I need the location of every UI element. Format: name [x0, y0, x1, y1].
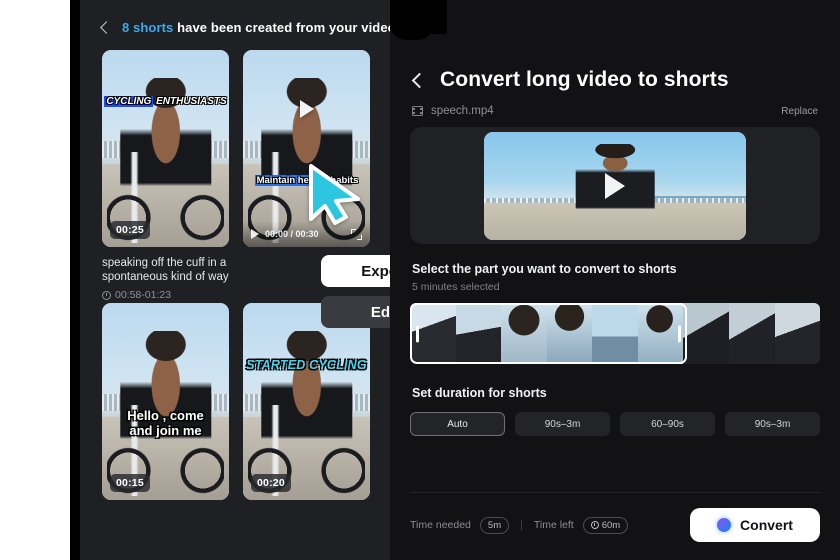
cursor-arrow-icon — [309, 164, 360, 225]
filmstrip-frame — [546, 303, 593, 364]
duration-badge: 00:20 — [251, 474, 291, 492]
short-thumbnail[interactable]: Hello , come and join me 00:15 — [102, 303, 229, 500]
export-button[interactable]: Export — [321, 255, 390, 287]
duration-options: Auto 90s–3m 60–90s 90s–3m — [410, 412, 820, 436]
short-timerange: 00:58-01:23 — [102, 289, 229, 301]
short-card[interactable]: STARTED CYCLING 00:20 — [243, 303, 370, 546]
duration-badge: 00:25 — [110, 221, 150, 239]
filmstrip-frame — [410, 303, 456, 364]
time-left-value-label: 60m — [601, 519, 621, 531]
duration-option-4[interactable]: 90s–3m — [725, 412, 820, 436]
meta-separator: | — [520, 519, 523, 531]
select-section-title: Select the part you want to convert to s… — [412, 262, 677, 276]
filmstrip-frame — [774, 303, 820, 364]
clock-icon — [102, 290, 111, 300]
page-left-gutter — [0, 0, 70, 560]
edit-button[interactable]: Edit — [321, 296, 390, 328]
short-card[interactable]: Hello , come and join me 00:15 — [102, 303, 229, 546]
short-actions: Export Edit — [321, 255, 390, 328]
shorts-title-rest: have been created from your video — [177, 20, 390, 35]
short-thumbnail[interactable]: STARTED CYCLING 00:20 — [243, 303, 370, 500]
panel-notch — [390, 0, 434, 40]
shorts-count-label: 8 shorts — [122, 20, 174, 35]
chevron-left-icon[interactable] — [98, 21, 112, 35]
time-left-value: 60m — [582, 516, 629, 534]
fullscreen-icon[interactable] — [351, 228, 362, 240]
chevron-left-icon[interactable] — [410, 72, 426, 88]
footer-meta: Time needed 5m | Time left 60m — [410, 516, 629, 534]
duration-option-3[interactable]: 60–90s — [620, 412, 715, 436]
short-thumbnail[interactable]: CYCLING ENTHUSIASTS 00:25 — [102, 50, 229, 247]
convert-button-label: Convert — [740, 517, 793, 533]
timeline-filmstrip[interactable] — [410, 303, 820, 364]
short-description: speaking off the cuff in a spontaneous k… — [102, 257, 229, 283]
page-black-strip — [70, 0, 80, 560]
duration-section-title: Set duration for shorts — [412, 386, 547, 400]
app-root: 8 shorts have been created from your vid… — [0, 0, 840, 560]
select-section-subtitle: 5 minutes selected — [412, 281, 500, 293]
video-preview-card — [410, 127, 820, 244]
filmstrip-frame — [501, 303, 547, 364]
convert-footer: Time needed 5m | Time left 60m Convert — [410, 508, 820, 542]
replace-button[interactable]: Replace — [781, 106, 818, 117]
filmstrip-frame — [455, 303, 502, 364]
short-card[interactable]: CYCLING ENTHUSIASTS 00:25 speaking off t… — [102, 50, 229, 301]
video-preview[interactable] — [484, 131, 746, 240]
play-icon[interactable] — [299, 100, 314, 118]
convert-panel-header: Convert long video to shorts — [390, 0, 840, 92]
duration-option-2[interactable]: 90s–3m — [515, 412, 610, 436]
filmstrip-frame — [683, 303, 729, 364]
time-left-label: Time left — [533, 519, 574, 531]
duration-option-auto[interactable]: Auto — [410, 412, 505, 436]
player-time-label: 00:00 / 00:30 — [265, 229, 319, 239]
footer-divider — [410, 492, 820, 493]
film-icon — [412, 106, 423, 116]
time-needed-value: 5m — [479, 516, 510, 534]
clock-icon — [590, 521, 599, 529]
filmstrip-frame — [592, 303, 638, 364]
shorts-panel-header: 8 shorts have been created from your vid… — [80, 0, 390, 47]
play-icon[interactable] — [251, 229, 259, 239]
page-title: Convert long video to shorts — [440, 68, 729, 91]
filmstrip-frame — [637, 303, 684, 364]
short-timerange-label: 00:58-01:23 — [115, 289, 172, 301]
file-name-label: speech.mp4 — [431, 105, 494, 117]
convert-button[interactable]: Convert — [690, 508, 820, 542]
time-needed-label: Time needed — [410, 519, 471, 531]
play-icon[interactable] — [605, 172, 625, 199]
filmstrip-frame — [728, 303, 775, 364]
duration-badge: 00:15 — [110, 474, 150, 492]
convert-panel: Convert long video to shorts speech.mp4 … — [390, 0, 840, 560]
shorts-panel-title: 8 shorts have been created from your vid… — [122, 20, 390, 35]
ai-sphere-icon — [717, 518, 732, 532]
shorts-results-panel: 8 shorts have been created from your vid… — [80, 0, 390, 560]
source-file-row: speech.mp4 Replace — [390, 92, 840, 117]
